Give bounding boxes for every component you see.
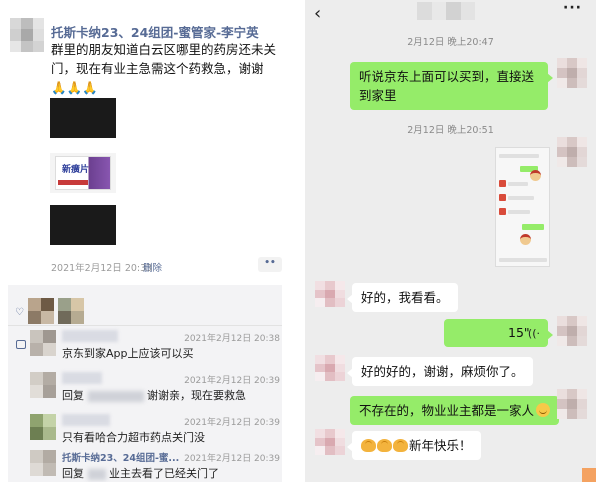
- chat-timestamp: 2月12日 晚上20:51: [407, 125, 494, 136]
- comment-text: 回复 业主去看了已经关门了: [62, 465, 219, 481]
- chat-timestamp: 2月12日 晚上20:47: [407, 37, 494, 48]
- contact-avatar[interactable]: [315, 355, 345, 381]
- clap-emoji-icon: [361, 439, 376, 452]
- comment-time: 2021年2月12日 20:38: [184, 334, 280, 344]
- comment-text: 京东到家App上应该可以买: [62, 347, 194, 360]
- commenter-avatar[interactable]: [30, 330, 56, 356]
- comment-text: 回复 谢谢亲，现在要救急: [62, 387, 246, 403]
- contact-avatar[interactable]: [315, 429, 345, 455]
- message-text: 不存在的，物业业主都是一家人: [359, 403, 535, 418]
- reply-target-blurred[interactable]: [87, 390, 144, 402]
- comments-panel: ♡ 2021年2月12日 20:38 京东到家App上应该可以买 2021年2月…: [8, 285, 282, 482]
- reply-text: 业主去看了已经关门了: [109, 467, 219, 480]
- more-options-icon[interactable]: ···: [563, 0, 582, 16]
- comment-item[interactable]: 托斯卡纳23、24组团-蜜... 2021年2月12日 20:39 回复 业主去…: [30, 450, 280, 482]
- voice-message-bubble[interactable]: 15" ((·: [444, 319, 553, 347]
- my-avatar[interactable]: [557, 389, 587, 419]
- commenter-name-blurred[interactable]: [62, 414, 110, 426]
- back-arrow-icon[interactable]: ‹: [314, 3, 321, 24]
- medicine-box-image: 新癀片: [55, 156, 111, 190]
- comment-item[interactable]: 2021年2月12日 20:39 回复 谢谢亲，现在要救急: [30, 372, 280, 406]
- like-avatar[interactable]: [58, 298, 84, 324]
- likes-row: ♡: [8, 288, 282, 326]
- reply-text: 谢谢亲，现在要救急: [147, 389, 246, 402]
- clap-emoji-icon: [393, 439, 408, 452]
- comment-item[interactable]: 2021年2月12日 20:39 只有看哈合力超市药点关门没: [30, 414, 280, 448]
- commenter-name-blurred[interactable]: [62, 372, 102, 384]
- smile-emoji-icon: [536, 403, 551, 417]
- commenter-name[interactable]: 托斯卡纳23、24组团-蜜...: [62, 450, 179, 464]
- contact-avatar[interactable]: [315, 281, 345, 307]
- message-bubble-received[interactable]: 新年快乐！: [347, 431, 481, 460]
- comment-item[interactable]: 2021年2月12日 20:38 京东到家App上应该可以买: [30, 330, 280, 364]
- comment-text: 只有看哈合力超市药点关门没: [62, 431, 205, 444]
- medicine-label: 新癀片: [62, 165, 90, 175]
- my-avatar[interactable]: [557, 137, 587, 167]
- post-image-1[interactable]: [50, 98, 116, 138]
- chat-title-blurred: [417, 2, 475, 20]
- post-author-name[interactable]: 托斯卡纳23、24组团-蜜管家-李宁英: [51, 22, 259, 41]
- like-avatar[interactable]: [28, 298, 54, 324]
- author-avatar[interactable]: [10, 18, 44, 52]
- message-text: 新年快乐！: [409, 438, 472, 453]
- comment-icon: [16, 340, 26, 349]
- heart-icon: ♡: [15, 307, 24, 318]
- message-image-screenshot[interactable]: [495, 147, 550, 267]
- post-text: 群里的朋友知道白云区哪里的药房还未关门，现在有业主急需这个药救急，谢谢🙏🙏🙏: [51, 42, 277, 95]
- comment-time: 2021年2月12日 20:39: [184, 454, 280, 464]
- reply-prefix: 回复: [62, 467, 84, 480]
- commenter-avatar[interactable]: [30, 414, 56, 440]
- commenter-avatar[interactable]: [30, 450, 56, 476]
- commenter-name-blurred[interactable]: [62, 330, 118, 342]
- voice-duration: 15": [508, 325, 530, 340]
- post-timestamp: 2021年2月12日 20:33: [51, 263, 153, 274]
- message-bubble-sent[interactable]: 听说京东上面可以买到，直接送到家里: [350, 62, 553, 110]
- post-image-medicine[interactable]: 新癀片: [50, 153, 116, 193]
- reply-target-blurred[interactable]: [87, 468, 106, 480]
- moments-post: 托斯卡纳23、24组团-蜜管家-李宁英 群里的朋友知道白云区哪里的药房还未关门，…: [0, 0, 290, 482]
- more-dots-icon[interactable]: ••: [258, 257, 282, 272]
- my-avatar[interactable]: [557, 316, 587, 346]
- comment-time: 2021年2月12日 20:39: [184, 376, 280, 386]
- corner-mark: [582, 468, 596, 482]
- message-bubble-received[interactable]: 好的好的，谢谢，麻烦你了。: [347, 357, 533, 386]
- reply-prefix: 回复: [62, 389, 84, 402]
- commenter-avatar[interactable]: [30, 372, 56, 398]
- voice-wave-icon: ((·: [527, 327, 540, 340]
- delete-link[interactable]: 删除: [143, 260, 162, 274]
- post-image-3[interactable]: [50, 205, 116, 245]
- comment-time: 2021年2月12日 20:39: [184, 418, 280, 428]
- chat-window: ‹ ··· 2月12日 晚上20:47 听说京东上面可以买到，直接送到家里 2月…: [305, 0, 596, 482]
- message-bubble-received[interactable]: 好的，我看看。: [347, 283, 458, 312]
- message-bubble-sent[interactable]: 不存在的，物业业主都是一家人: [350, 396, 565, 425]
- clap-emoji-icon: [377, 439, 392, 452]
- my-avatar[interactable]: [557, 58, 587, 88]
